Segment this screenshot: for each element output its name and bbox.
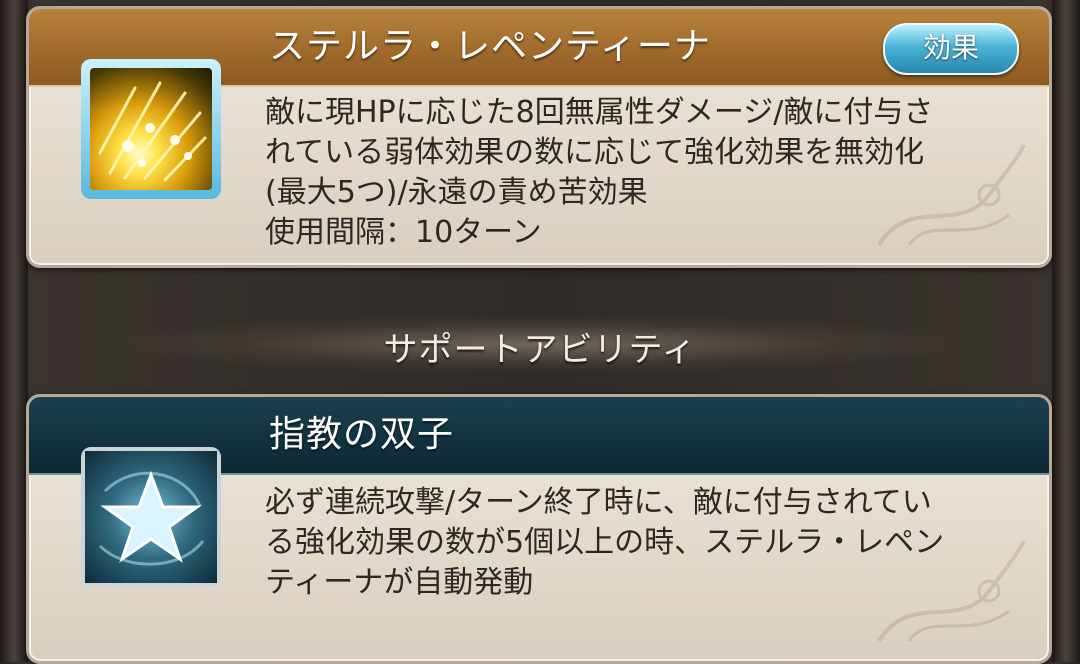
star-icon xyxy=(85,451,217,583)
skill-icon-frame xyxy=(81,59,221,199)
skill-card: ステルラ・レペンティーナ 効果 敵に現HPに応じた8回無属性ダメージ/敵に付与さ… xyxy=(26,6,1052,268)
support-card: 指教の双子 必ず連続攻撃/ターン終了時に、敵に付与されてい る強化効果の数が5個… xyxy=(26,394,1052,664)
ornament-decoration xyxy=(877,144,1026,247)
ornament-decoration xyxy=(877,540,1026,643)
effect-button[interactable]: 効果 xyxy=(883,23,1019,75)
lightning-burst-icon xyxy=(90,68,212,190)
support-title: 指教の双子 xyxy=(269,414,455,455)
support-icon-frame xyxy=(81,447,221,587)
skill-title: ステルラ・レペンティーナ xyxy=(269,26,711,67)
support-ability-heading: サポートアビリティ xyxy=(383,330,697,370)
support-desc-line: 必ず連続攻撃/ターン終了時に、敵に付与されてい xyxy=(265,485,932,520)
skill-desc-line: 敵に現HPに応じた8回無属性ダメージ/敵に付与さ xyxy=(265,95,934,130)
